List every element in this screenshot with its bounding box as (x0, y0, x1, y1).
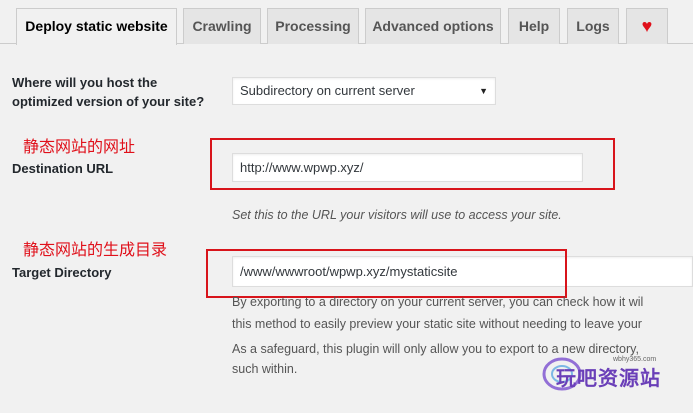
tab-logs[interactable]: Logs (567, 8, 619, 44)
destination-url-input[interactable]: http://www.wpwp.xyz/ (232, 153, 583, 182)
target-desc-line4: such within. (232, 362, 298, 376)
tab-deploy-static-website[interactable]: Deploy static website (16, 8, 177, 45)
destination-url-help: Set this to the URL your visitors will u… (232, 208, 562, 222)
tab-donate[interactable]: ♥ (626, 8, 668, 44)
target-desc-line2: this method to easily preview your stati… (232, 317, 642, 331)
heart-icon: ♥ (641, 16, 653, 36)
destination-url-label: Destination URL (12, 161, 114, 176)
target-directory-label: Target Directory (12, 265, 112, 280)
tab-label: Deploy static website (25, 18, 168, 34)
target-desc-line1: By exporting to a directory on your curr… (232, 295, 644, 309)
destination-annotation: 静态网站的网址 (23, 137, 136, 156)
tab-label: Advanced options (372, 18, 494, 34)
tab-processing[interactable]: Processing (267, 8, 359, 44)
target-annotation: 静态网站的生成目录 (23, 240, 168, 259)
tab-label: Crawling (192, 18, 252, 34)
watermark-text: 玩吧资源站 (556, 366, 661, 390)
host-select-value: Subdirectory on current server (240, 83, 415, 98)
tab-label: Processing (275, 18, 351, 34)
tab-advanced-options[interactable]: Advanced options (365, 8, 501, 44)
tab-label: Logs (576, 18, 610, 34)
tab-label: Help (518, 18, 550, 34)
tab-bar: Deploy static website Crawling Processin… (0, 0, 693, 45)
host-select[interactable]: Subdirectory on current server ▼ (232, 77, 496, 105)
host-label: Where will you host the optimized versio… (12, 73, 204, 111)
target-highlight-box (206, 249, 567, 298)
host-label-line1: Where will you host the (12, 75, 158, 90)
host-label-line2: optimized version of your site? (12, 94, 205, 109)
tab-crawling[interactable]: Crawling (183, 8, 261, 44)
tab-help[interactable]: Help (508, 8, 560, 44)
dropdown-arrow-icon: ▼ (479, 86, 488, 96)
